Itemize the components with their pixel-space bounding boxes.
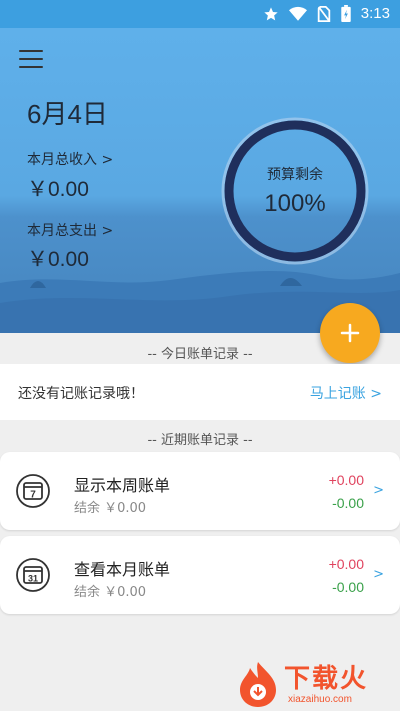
status-bar: 3:13 — [0, 0, 400, 28]
svg-text:31: 31 — [28, 574, 38, 584]
weekly-bill-card[interactable]: 7 显示本周账单 结余 ￥0.00 +0.00 -0.00 > — [0, 452, 400, 530]
monthly-income-value: ￥0.00 — [27, 178, 89, 201]
hamburger-icon — [19, 50, 43, 52]
chevron-right-icon: > — [373, 483, 384, 498]
xiazaihuo-watermark: 下载火 xiazaihuo.com — [236, 660, 394, 710]
svg-text:7: 7 — [30, 490, 36, 501]
monthly-expense-value: ￥0.00 — [27, 248, 89, 271]
monthly-expense-link[interactable]: 本月总支出 > — [27, 220, 113, 240]
budget-remaining-value: 100% — [264, 190, 326, 217]
empty-records-text: 还没有记账记录哦！ — [18, 386, 144, 402]
card-balance: 结余 ￥0.00 — [74, 585, 147, 600]
clock-time: 3:13 — [360, 5, 390, 22]
budget-remaining-label: 预算剩余 — [267, 167, 323, 183]
flame-logo-icon — [240, 662, 276, 707]
monthly-income-link[interactable]: 本月总收入 > — [27, 149, 113, 169]
recent-section-title: -- 近期账单记录 -- — [147, 433, 253, 448]
card-expense: -0.00 — [332, 495, 364, 511]
star-icon — [264, 6, 278, 20]
watermark-url: xiazaihuo.com — [288, 694, 352, 705]
current-date: 6月4日 — [27, 99, 108, 129]
card-expense: -0.00 — [332, 579, 364, 595]
menu-button[interactable] — [19, 50, 43, 70]
card-income: +0.00 — [328, 556, 364, 572]
card-title: 查看本月账单 — [74, 560, 171, 579]
monthly-bill-card[interactable]: 31 查看本月账单 结余 ￥0.00 +0.00 -0.00 > — [0, 536, 400, 614]
no-sim-icon — [317, 5, 331, 22]
calendar-month-icon: 31 — [16, 558, 50, 592]
wifi-icon — [288, 6, 307, 21]
record-now-link[interactable]: 马上记账 > — [310, 383, 382, 403]
battery-charging-icon — [341, 5, 351, 22]
watermark-text: 下载火 — [284, 664, 369, 694]
chevron-right-icon: > — [373, 567, 384, 582]
card-income: +0.00 — [328, 472, 364, 488]
card-balance: 结余 ￥0.00 — [74, 501, 147, 516]
today-records-row: 还没有记账记录哦！ 马上记账 > — [0, 364, 400, 420]
card-title: 显示本周账单 — [74, 476, 171, 495]
today-section-title: -- 今日账单记录 -- — [147, 347, 253, 362]
calendar-week-icon: 7 — [16, 474, 50, 508]
summary-header: 6月4日 本月总收入 > ￥0.00 本月总支出 > ￥0.00 预算剩余 10… — [0, 28, 400, 333]
